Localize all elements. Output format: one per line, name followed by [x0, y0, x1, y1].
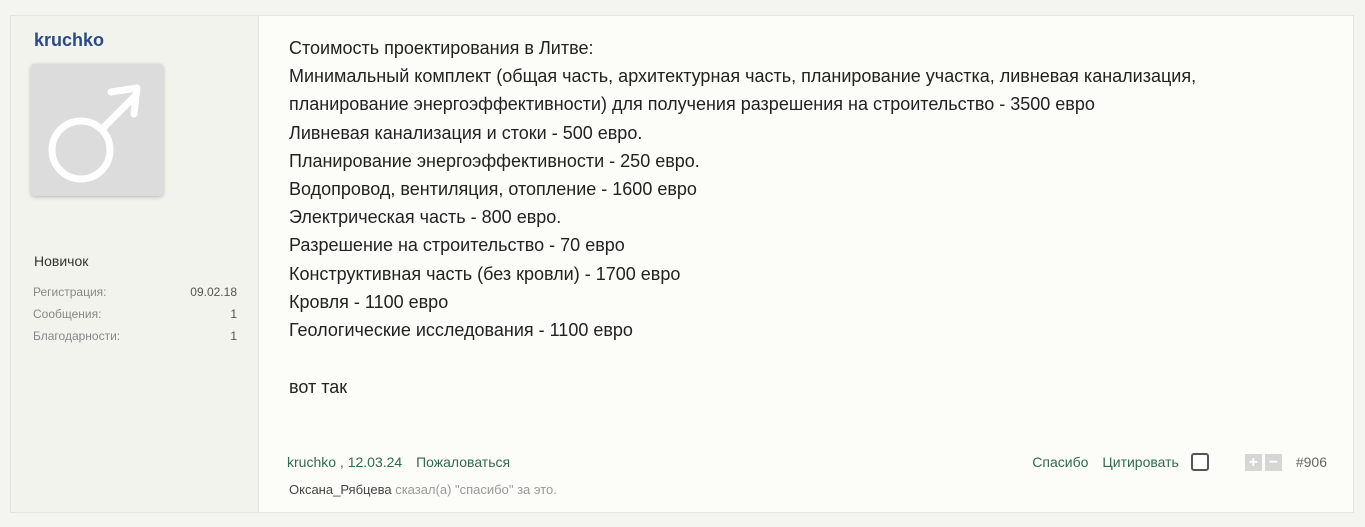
multiquote-checkbox[interactable]: [1190, 453, 1209, 471]
post-line: Геологические исследования - 1100 евро: [289, 320, 633, 341]
quote-button[interactable]: Цитировать: [1102, 454, 1178, 470]
post-line: планирование энергоэффективности) для по…: [289, 94, 1095, 115]
post-line: Разрешение на строительство - 70 евро: [289, 235, 625, 256]
stat-label: Регистрация:: [33, 285, 107, 299]
stat-registration: Регистрация: 09.02.18: [33, 283, 237, 305]
post-date[interactable]: 12.03.24: [348, 454, 403, 470]
stat-label: Сообщения:: [33, 307, 102, 321]
report-link[interactable]: Пожаловаться: [416, 454, 510, 470]
avatar[interactable]: [31, 64, 163, 196]
post-line: Ливневая канализация и стоки - 500 евро.: [289, 122, 643, 143]
stat-messages: Сообщения: 1: [33, 305, 237, 327]
author-username[interactable]: kruchko: [34, 30, 104, 51]
post-line: Кровля - 1100 евро: [289, 291, 449, 312]
author-sidebar: kruchko Новичок Регистрация: 09.02.18 Со…: [11, 16, 259, 512]
post-number[interactable]: #906: [1296, 454, 1327, 470]
post-line: Стоимость проектирования в Литве:: [289, 38, 594, 58]
stat-thanks: Благодарности: 1: [33, 327, 237, 349]
user-stats: Регистрация: 09.02.18 Сообщения: 1 Благо…: [33, 283, 237, 349]
thanks-button[interactable]: Спасибо: [1032, 454, 1088, 470]
thanked-user-link[interactable]: Оксана_Рябцева: [289, 482, 392, 497]
post-actions: Спасибо Цитировать + − #906: [1032, 452, 1327, 472]
stat-value: 09.02.18: [190, 285, 237, 299]
forum-post: kruchko Новичок Регистрация: 09.02.18 Со…: [10, 15, 1354, 513]
post-body: Стоимость проектирования в Литве: Минима…: [289, 34, 1329, 401]
post-line: Планирование энергоэффективности - 250 е…: [289, 150, 700, 171]
thanks-text: сказал(а) "спасибо" за это.: [395, 482, 557, 497]
stat-value: 1: [230, 307, 237, 321]
post-line: Электрическая часть - 800 евро.: [289, 207, 562, 228]
plus-icon[interactable]: +: [1244, 453, 1262, 471]
meta-separator: ,: [339, 454, 344, 470]
minus-icon[interactable]: −: [1264, 453, 1282, 471]
post-line: Конструктивная часть (без кровли) - 1700…: [289, 263, 681, 284]
male-symbol-icon: [48, 84, 141, 183]
stat-value: 1: [230, 329, 237, 343]
user-rank: Новичок: [34, 253, 89, 269]
post-closing: вот так: [289, 377, 348, 398]
stat-label: Благодарности:: [33, 329, 121, 343]
post-author-link[interactable]: kruchko: [287, 454, 336, 470]
post-meta: kruchko , 12.03.24 Пожаловаться: [287, 454, 510, 470]
post-line: Минимальный комплект (общая часть, архит…: [289, 66, 1197, 87]
post-line: Водопровод, вентиляция, отопление - 1600…: [289, 179, 697, 200]
thanks-info: Оксана_Рябцева сказал(а) "спасибо" за эт…: [289, 482, 557, 497]
